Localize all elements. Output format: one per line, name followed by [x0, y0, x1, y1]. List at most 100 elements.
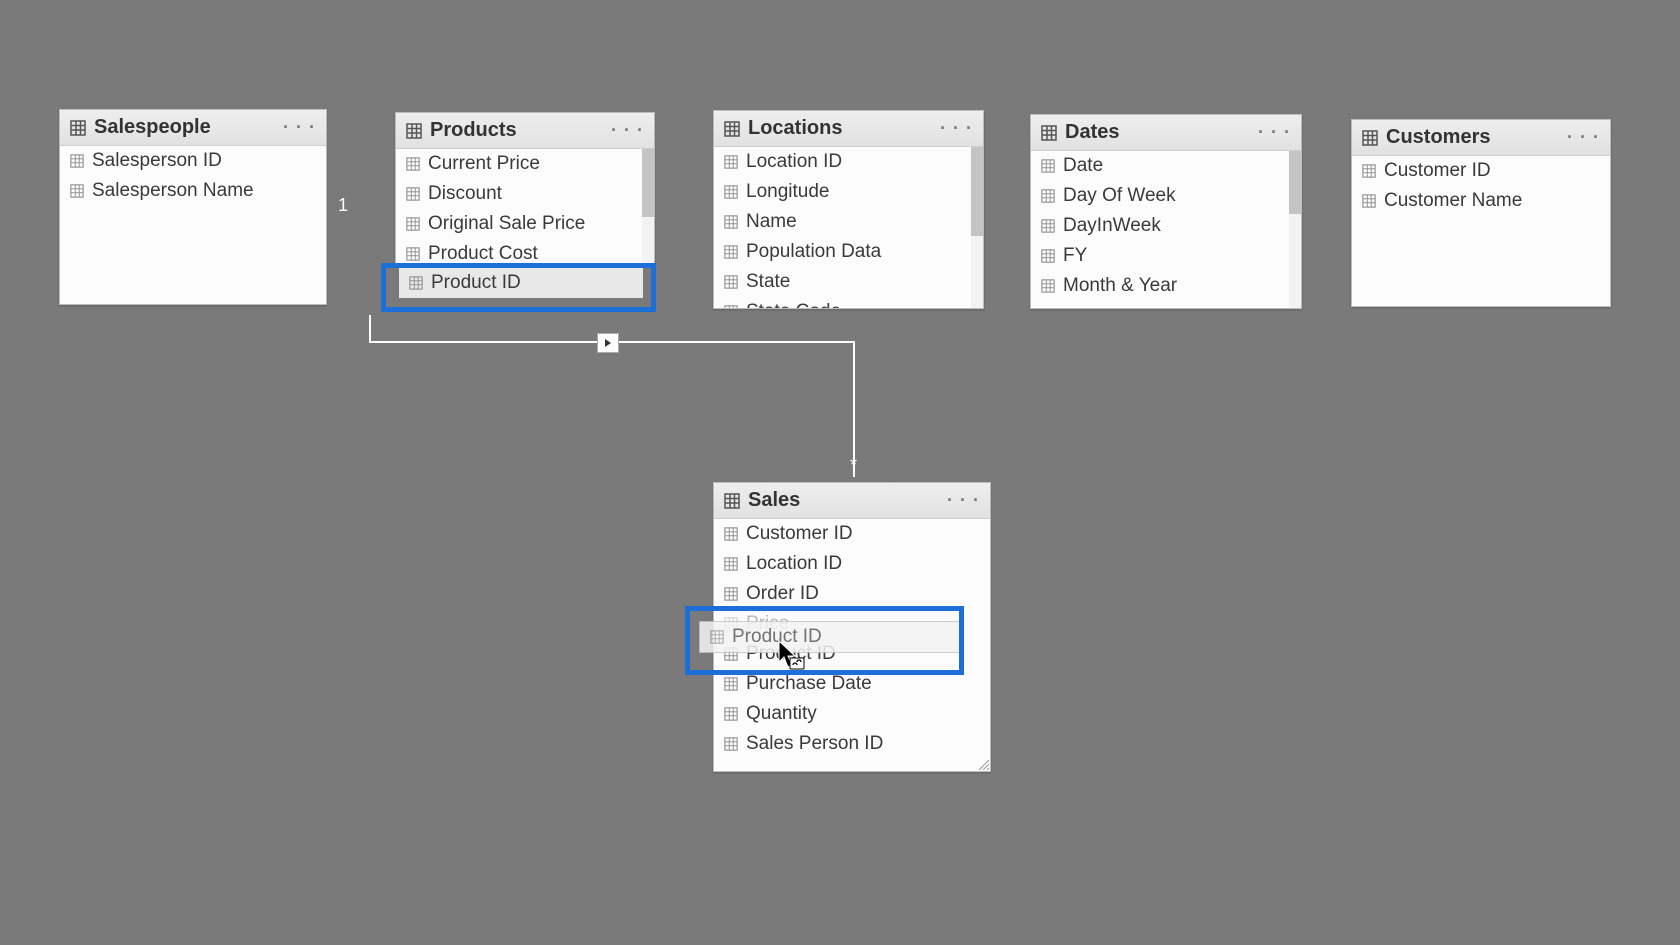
table-options-icon[interactable]: · · · [283, 117, 316, 138]
table-options-icon[interactable]: · · · [1567, 127, 1600, 148]
table-options-icon[interactable]: · · · [1258, 122, 1291, 143]
field-label: Current Price [428, 153, 540, 175]
scrollbar-thumb[interactable] [971, 147, 983, 236]
drag-ghost-product-id: Product ID [699, 621, 961, 653]
field-salesperson-name[interactable]: Salesperson Name [60, 176, 326, 206]
table-icon [1041, 125, 1057, 141]
field-label: Customer ID [746, 523, 853, 545]
column-icon [1041, 279, 1055, 293]
model-canvas[interactable]: 1 * Salespeople · · · Salesperson ID Sal… [0, 0, 1680, 945]
column-icon [409, 276, 423, 290]
field-sales-location-id[interactable]: Location ID [714, 549, 990, 579]
relationship-direction-icon[interactable] [597, 333, 619, 353]
column-icon [724, 677, 738, 691]
table-header[interactable]: Locations · · · [714, 111, 983, 147]
field-label: Customer ID [1384, 160, 1491, 182]
table-locations[interactable]: Locations · · · Location ID Longitude Na… [713, 110, 984, 309]
field-discount[interactable]: Discount [396, 179, 654, 209]
table-title: Products [430, 119, 517, 142]
table-title: Salespeople [94, 116, 211, 139]
field-fy[interactable]: FY [1031, 241, 1301, 271]
table-title: Customers [1386, 126, 1490, 149]
column-icon [724, 527, 738, 541]
field-label: Purchase Date [746, 673, 872, 695]
field-label: Product ID [431, 272, 521, 294]
table-header[interactable]: Dates · · · [1031, 115, 1301, 151]
column-icon [1362, 194, 1376, 208]
field-sales-quantity[interactable]: Quantity [714, 699, 990, 729]
column-icon [406, 157, 420, 171]
field-list[interactable]: Date Day Of Week DayInWeek FY Month & Ye… [1031, 151, 1301, 308]
field-list[interactable]: Salesperson ID Salesperson Name [60, 146, 326, 304]
table-icon [70, 120, 86, 136]
field-list[interactable]: Customer ID Customer Name [1352, 156, 1610, 306]
table-options-icon[interactable]: · · · [947, 490, 980, 511]
table-icon [1362, 130, 1378, 146]
field-label: FY [1063, 245, 1087, 267]
column-icon [1041, 249, 1055, 263]
table-customers[interactable]: Customers · · · Customer ID Customer Nam… [1351, 119, 1611, 307]
field-label: Longitude [746, 181, 829, 203]
field-salesperson-id[interactable]: Salesperson ID [60, 146, 326, 176]
table-products[interactable]: Products · · · Current Price Discount Or… [395, 112, 655, 264]
table-icon [406, 123, 422, 139]
table-header[interactable]: Products · · · [396, 113, 654, 149]
column-icon [710, 630, 724, 644]
field-dayinweek[interactable]: DayInWeek [1031, 211, 1301, 241]
column-icon [406, 187, 420, 201]
scrollbar-track[interactable] [642, 149, 654, 263]
field-sales-purchase-date[interactable]: Purchase Date [714, 669, 990, 699]
field-label: DayInWeek [1063, 215, 1161, 237]
field-label: Location ID [746, 553, 842, 575]
column-icon [724, 587, 738, 601]
field-sales-customer-id[interactable]: Customer ID [714, 519, 990, 549]
table-header[interactable]: Salespeople · · · [60, 110, 326, 146]
field-month-year[interactable]: Month & Year [1031, 271, 1301, 301]
field-list[interactable]: Location ID Longitude Name Population Da… [714, 147, 983, 308]
field-population-data[interactable]: Population Data [714, 237, 983, 267]
field-current-price[interactable]: Current Price [396, 149, 654, 179]
column-icon [406, 247, 420, 261]
table-dates[interactable]: Dates · · · Date Day Of Week DayInWeek F… [1030, 114, 1302, 309]
field-name[interactable]: Name [714, 207, 983, 237]
column-icon [1041, 159, 1055, 173]
field-location-id[interactable]: Location ID [714, 147, 983, 177]
field-label: Sales Person ID [746, 733, 883, 755]
table-options-icon[interactable]: · · · [940, 118, 973, 139]
field-list[interactable]: Current Price Discount Original Sale Pri… [396, 149, 654, 263]
scrollbar-track[interactable] [971, 147, 983, 308]
resize-grip-icon[interactable] [979, 760, 989, 770]
field-state[interactable]: State [714, 267, 983, 297]
field-customer-id[interactable]: Customer ID [1352, 156, 1610, 186]
column-icon [724, 707, 738, 721]
scrollbar-thumb[interactable] [642, 149, 654, 217]
field-product-id-selected[interactable]: Product ID [399, 268, 643, 298]
field-longitude[interactable]: Longitude [714, 177, 983, 207]
field-day-of-week[interactable]: Day Of Week [1031, 181, 1301, 211]
field-sales-order-id[interactable]: Order ID [714, 579, 990, 609]
table-options-icon[interactable]: · · · [611, 120, 644, 141]
field-sales-salesperson-id[interactable]: Sales Person ID [714, 729, 990, 759]
column-icon [724, 737, 738, 751]
field-label: Product Cost [428, 243, 538, 263]
field-label: Original Sale Price [428, 213, 585, 235]
field-date[interactable]: Date [1031, 151, 1301, 181]
field-state-code[interactable]: State Code [714, 297, 983, 308]
column-icon [1041, 219, 1055, 233]
table-title: Locations [748, 117, 842, 140]
field-label: Salesperson Name [92, 180, 254, 202]
column-icon [724, 215, 738, 229]
field-label: Discount [428, 183, 502, 205]
field-label: Location ID [746, 151, 842, 173]
field-label: Customer Name [1384, 190, 1522, 212]
table-header[interactable]: Sales · · · [714, 483, 990, 519]
field-label: Date [1063, 155, 1103, 177]
column-icon [406, 217, 420, 231]
table-salespeople[interactable]: Salespeople · · · Salesperson ID Salespe… [59, 109, 327, 305]
scrollbar-thumb[interactable] [1289, 151, 1301, 214]
scrollbar-track[interactable] [1289, 151, 1301, 308]
field-customer-name[interactable]: Customer Name [1352, 186, 1610, 216]
field-product-cost[interactable]: Product Cost [396, 239, 654, 263]
table-header[interactable]: Customers · · · [1352, 120, 1610, 156]
field-original-sale-price[interactable]: Original Sale Price [396, 209, 654, 239]
